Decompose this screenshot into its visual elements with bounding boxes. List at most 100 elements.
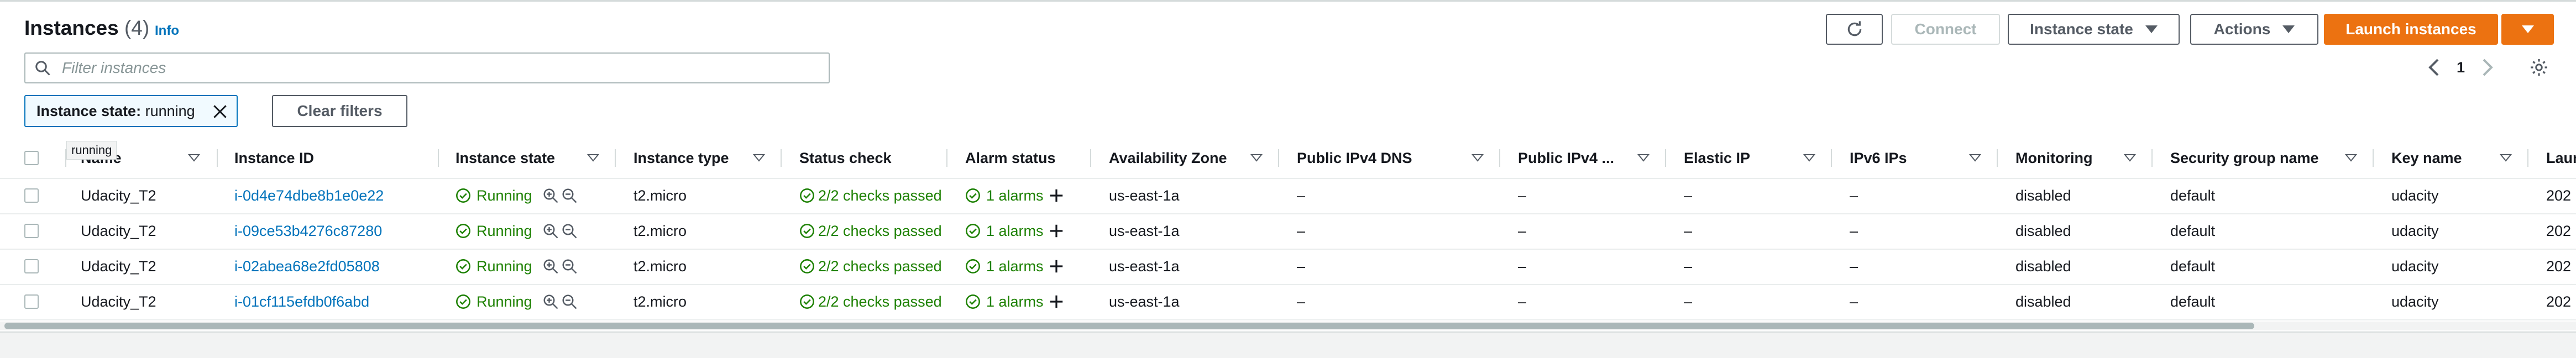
search-input[interactable]: [61, 59, 782, 77]
table-row[interactable]: Udacity_T2 i-0d4e74dbe8b1e0e22 Running t…: [0, 178, 2576, 214]
sort-icon[interactable]: [1969, 154, 1981, 162]
col-header-monitoring[interactable]: Monitoring: [2015, 138, 2092, 178]
zoom-out-icon[interactable]: [561, 187, 578, 204]
instance-name: Udacity_T2: [81, 257, 156, 275]
public-ipv4: –: [1518, 257, 1527, 275]
actions-dropdown[interactable]: Actions: [2190, 14, 2318, 45]
status-check-cell[interactable]: 2/2 checks passed: [799, 284, 942, 319]
row-checkbox[interactable]: [24, 284, 39, 319]
table-row[interactable]: Udacity_T2 i-01cf115efdb0f6abd Running t…: [0, 284, 2576, 320]
zoom-in-icon[interactable]: [542, 187, 559, 204]
close-icon[interactable]: [211, 103, 229, 124]
add-alarm-icon[interactable]: [1048, 223, 1065, 239]
launch-options-dropdown[interactable]: [2501, 14, 2554, 45]
launch-time: 202: [2546, 187, 2572, 204]
status-check-cell[interactable]: 2/2 checks passed: [799, 249, 942, 284]
sort-icon[interactable]: [188, 154, 200, 162]
row-checkbox[interactable]: [24, 178, 39, 213]
ipv6-ips: –: [1850, 293, 1858, 310]
col-header-key-name[interactable]: Key name: [2391, 138, 2462, 178]
status-check-cell[interactable]: 2/2 checks passed: [799, 178, 942, 213]
availability-zone: us-east-1a: [1109, 257, 1180, 275]
info-link[interactable]: Info: [155, 23, 179, 39]
instance-id-link[interactable]: i-01cf115efdb0f6abd: [234, 284, 369, 319]
col-header-launch-time[interactable]: Laun: [2546, 138, 2576, 178]
elastic-ip: –: [1684, 293, 1693, 310]
col-header-status-check[interactable]: Status check: [799, 138, 892, 178]
column-divider: [1997, 149, 1998, 167]
table-row[interactable]: Udacity_T2 i-02abea68e2fd05808 Running t…: [0, 249, 2576, 285]
col-header-ipv6-ips[interactable]: IPv6 IPs: [1850, 138, 1907, 178]
sort-icon[interactable]: [753, 154, 765, 162]
col-header-instance-state[interactable]: Instance state: [455, 138, 555, 178]
table-row[interactable]: Udacity_T2 i-09ce53b4276c87280 Running t…: [0, 213, 2576, 250]
row-checkbox[interactable]: [24, 213, 39, 249]
alarm-status-cell[interactable]: 1 alarms: [965, 249, 1070, 284]
col-header-instance-type[interactable]: Instance type: [633, 138, 729, 178]
sort-icon[interactable]: [2124, 154, 2136, 162]
column-divider: [2527, 149, 2528, 167]
page-number[interactable]: 1: [2457, 59, 2465, 76]
alarm-status-cell[interactable]: 1 alarms: [965, 178, 1070, 213]
col-header-instance-id[interactable]: Instance ID: [234, 138, 314, 178]
settings-gear-icon[interactable]: [2529, 57, 2549, 80]
add-alarm-icon[interactable]: [1048, 187, 1065, 204]
col-header-security-group-name[interactable]: Security group name: [2170, 138, 2319, 178]
connect-button[interactable]: Connect: [1891, 14, 2000, 45]
instance-state-dropdown[interactable]: Instance state: [2008, 14, 2180, 45]
check-circle-icon: [799, 188, 815, 203]
zoom-in-icon[interactable]: [542, 258, 559, 275]
alarm-status-text: 1 alarms: [986, 187, 1044, 204]
col-header-availability-zone[interactable]: Availability Zone: [1109, 138, 1227, 178]
zoom-in-icon[interactable]: [542, 223, 559, 239]
zoom-out-icon[interactable]: [561, 293, 578, 310]
instance-name: Udacity_T2: [81, 222, 156, 239]
alarm-status-cell[interactable]: 1 alarms: [965, 284, 1070, 319]
zoom-in-icon[interactable]: [542, 293, 559, 310]
sort-icon[interactable]: [2500, 154, 2512, 162]
availability-zone: us-east-1a: [1109, 222, 1180, 239]
search-icon: [35, 61, 50, 76]
sort-icon[interactable]: [587, 154, 599, 162]
sort-icon[interactable]: [1250, 154, 1263, 162]
zoom-out-icon[interactable]: [561, 223, 578, 239]
status-check-text: 2/2 checks passed: [818, 293, 942, 310]
filter-search-box[interactable]: [24, 52, 830, 83]
status-check-text: 2/2 checks passed: [818, 222, 942, 239]
public-ipv4: –: [1518, 222, 1527, 239]
elastic-ip: –: [1684, 187, 1693, 204]
select-all-checkbox[interactable]: [24, 138, 39, 178]
instance-id-link[interactable]: i-02abea68e2fd05808: [234, 249, 380, 284]
col-header-alarm-status[interactable]: Alarm status: [965, 138, 1056, 178]
status-check-cell[interactable]: 2/2 checks passed: [799, 213, 942, 249]
col-header-elastic-ip[interactable]: Elastic IP: [1684, 138, 1750, 178]
col-header-public-ipv4[interactable]: Public IPv4 ...: [1518, 138, 1614, 178]
clear-filters-button[interactable]: Clear filters: [272, 95, 407, 127]
launch-instances-button[interactable]: Launch instances: [2324, 14, 2498, 45]
instance-type: t2.micro: [633, 257, 687, 275]
launch-time: 202: [2546, 222, 2572, 239]
col-header-public-ipv4-dns[interactable]: Public IPv4 DNS: [1297, 138, 1412, 178]
sort-icon[interactable]: [1803, 154, 1815, 162]
scrollbar-thumb[interactable]: [4, 323, 2254, 329]
column-divider: [1499, 149, 1500, 167]
footer-panel: [0, 331, 2576, 358]
sort-icon[interactable]: [1637, 154, 1650, 162]
sort-icon[interactable]: [1472, 154, 1484, 162]
alarm-status-text: 1 alarms: [986, 222, 1044, 239]
check-circle-icon: [965, 223, 981, 239]
chevron-right-icon[interactable]: [2479, 57, 2495, 77]
instance-id-link[interactable]: i-09ce53b4276c87280: [234, 213, 382, 249]
add-alarm-icon[interactable]: [1048, 258, 1065, 275]
zoom-out-icon[interactable]: [561, 258, 578, 275]
row-checkbox[interactable]: [24, 249, 39, 284]
add-alarm-icon[interactable]: [1048, 293, 1065, 310]
status-check-text: 2/2 checks passed: [818, 187, 942, 204]
filter-token-value: running: [145, 102, 195, 119]
instance-id-link[interactable]: i-0d4e74dbe8b1e0e22: [234, 178, 384, 213]
refresh-button[interactable]: [1826, 14, 1883, 45]
sort-icon[interactable]: [2345, 154, 2357, 162]
alarm-status-cell[interactable]: 1 alarms: [965, 213, 1070, 249]
chevron-left-icon[interactable]: [2427, 57, 2442, 77]
monitoring: disabled: [2015, 293, 2071, 310]
